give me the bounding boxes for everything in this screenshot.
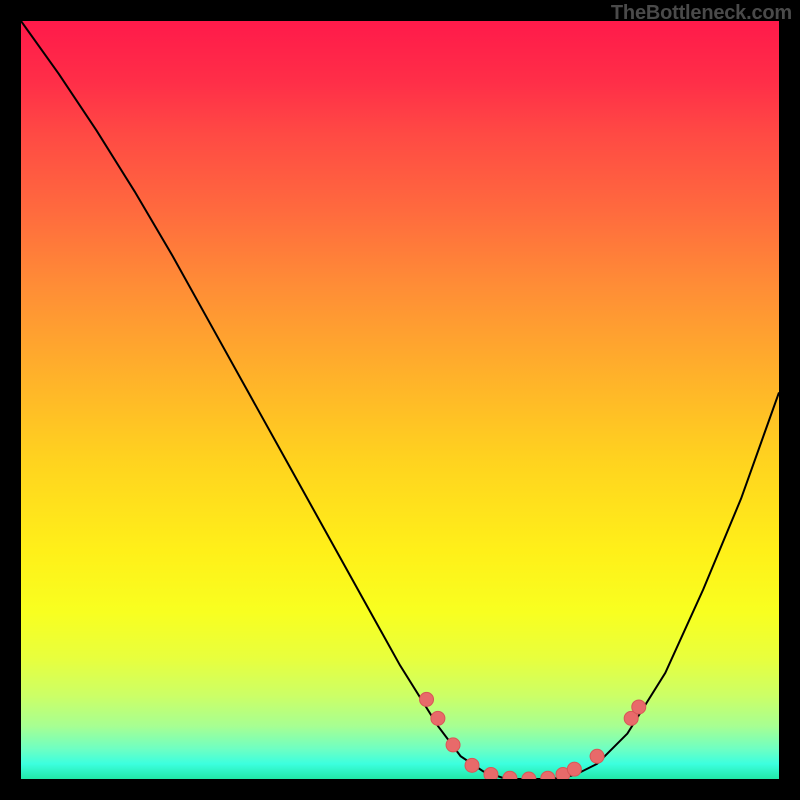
curve-marker [632, 700, 646, 714]
curve-marker [590, 749, 604, 763]
curve-marker [503, 771, 517, 779]
curve-marker [522, 772, 536, 779]
curve-markers [420, 692, 646, 779]
curve-marker [567, 762, 581, 776]
curve-marker [484, 767, 498, 779]
bottleneck-curve [21, 21, 779, 779]
bottleneck-plot [21, 21, 779, 779]
attribution-text: TheBottleneck.com [611, 2, 792, 25]
curve-marker [420, 692, 434, 706]
chart-area [21, 21, 779, 779]
curve-marker [431, 711, 445, 725]
curve-marker [541, 771, 555, 779]
curve-marker [446, 738, 460, 752]
curve-marker [465, 758, 479, 772]
